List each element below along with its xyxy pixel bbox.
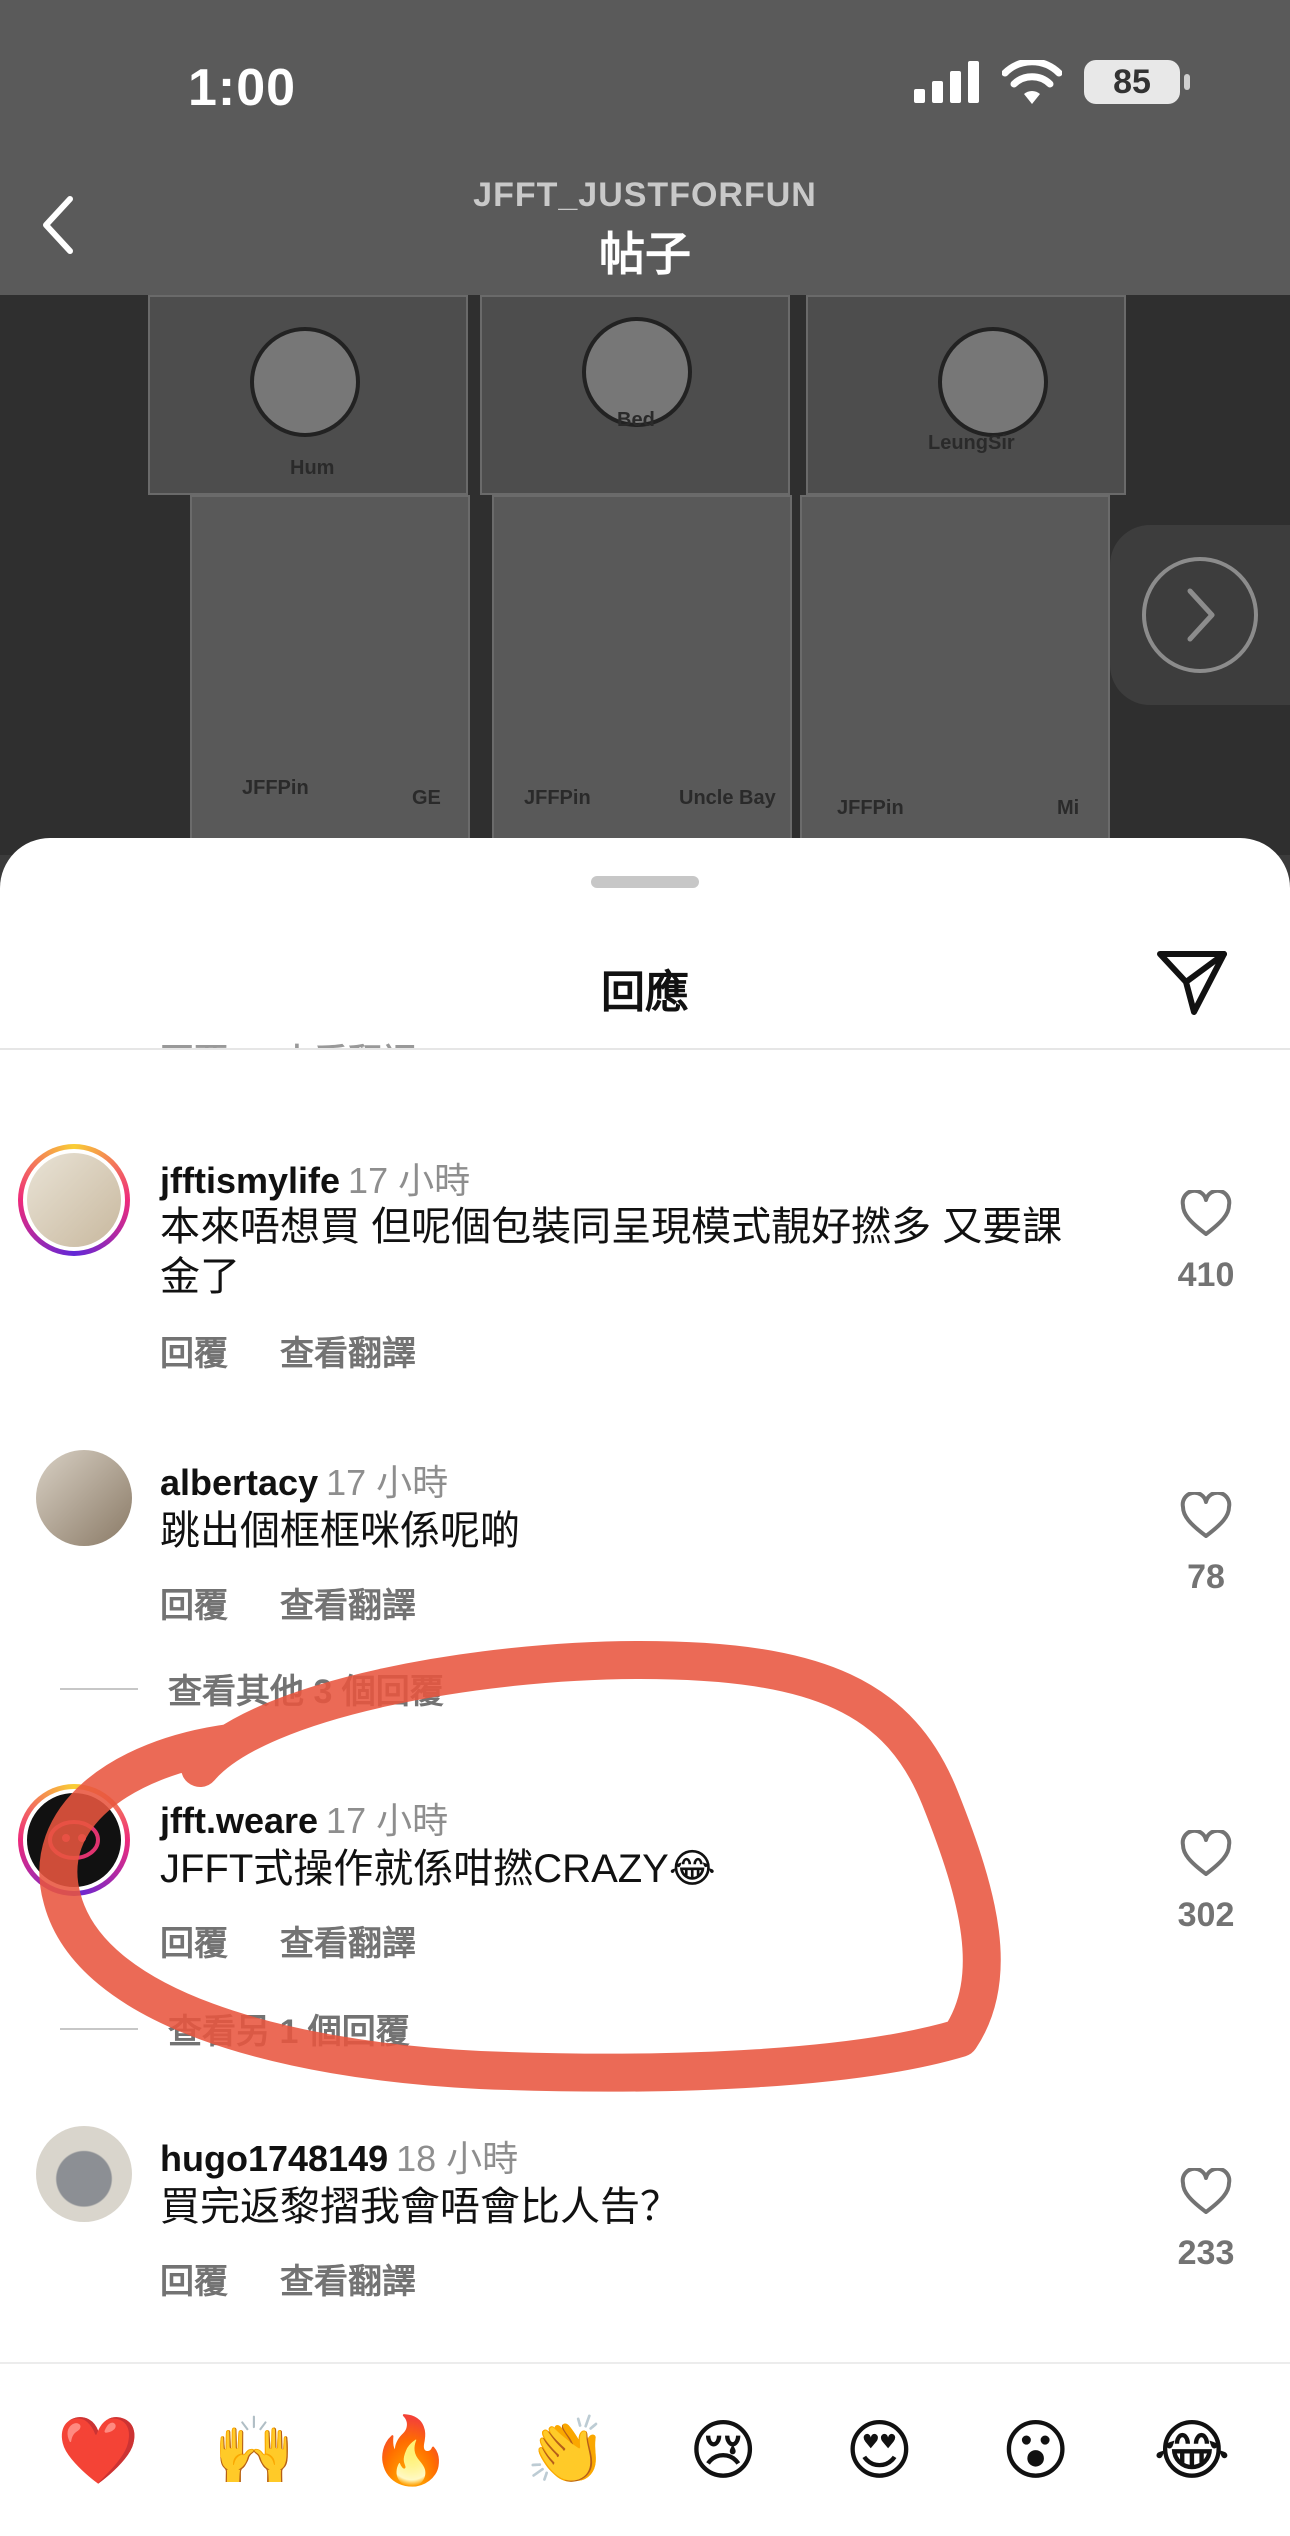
sheet-divider — [0, 1048, 1290, 1050]
next-circle — [1142, 557, 1258, 673]
card-top-2: Bed — [480, 295, 790, 495]
emoji-laughing[interactable]: 😂 — [1150, 2408, 1234, 2492]
avatar[interactable] — [36, 1450, 132, 1546]
username-text[interactable]: jfftismylife — [160, 1160, 340, 1201]
like-count: 233 — [1177, 2234, 1235, 2272]
emoji-heart-eyes[interactable]: 😍 — [837, 2408, 921, 2492]
avatar-photo — [23, 1789, 125, 1891]
replies-divider-line — [60, 2027, 138, 2030]
status-icons: 85 — [914, 60, 1190, 104]
username-text[interactable]: jfft.weare — [160, 1800, 318, 1841]
card-label: GE — [412, 787, 441, 809]
comment-time: 18 小時 — [396, 2138, 519, 2179]
like-button[interactable]: 302 — [1170, 1830, 1242, 1935]
heart-icon[interactable] — [1180, 1190, 1232, 1238]
reply-button[interactable]: 回覆 — [160, 2254, 228, 2303]
comment-actions: 回覆 查看翻譯 — [160, 1578, 416, 1627]
comment-username[interactable]: jfftismylife 17 小時 — [160, 1152, 470, 1204]
view-more-replies[interactable]: 查看其他 3 個回覆 — [60, 1664, 444, 1713]
username-text[interactable]: albertacy — [160, 1462, 318, 1503]
heart-icon[interactable] — [1180, 2168, 1232, 2216]
emoji-heart[interactable]: ❤️ — [56, 2408, 140, 2492]
avatar[interactable] — [18, 1784, 130, 1896]
comment-text: 本來唔想買 但呢個包裝同呈現模式靚好撚多 又要課金了 — [160, 1205, 1063, 1299]
comment-time: 17 小時 — [326, 1800, 449, 1841]
like-count: 302 — [1177, 1896, 1235, 1934]
emoji-clap[interactable]: 👏 — [525, 2408, 609, 2492]
avatar[interactable] — [18, 1144, 130, 1256]
card-bottom-3: JFFPin Mi — [800, 495, 1110, 855]
translate-button[interactable]: 查看翻譯 — [280, 1916, 416, 1965]
card-label: JFFPin — [524, 787, 591, 809]
comment-text: 買完返黎摺我會唔會比人告？ — [160, 2185, 680, 2229]
heart-icon[interactable] — [1180, 1492, 1232, 1540]
wifi-icon — [1002, 60, 1062, 104]
character-face — [250, 327, 360, 437]
cut-off-actions: 回覆 查看翻譯 — [160, 1034, 416, 1048]
like-count: 78 — [1187, 1558, 1225, 1596]
reply-button[interactable]: 回覆 — [160, 1034, 228, 1048]
character-face — [938, 327, 1048, 437]
view-more-replies[interactable]: 查看另 1 個回覆 — [60, 2004, 410, 2053]
translate-button[interactable]: 查看翻譯 — [280, 1034, 416, 1048]
page-title: 帖子 — [599, 228, 691, 280]
like-button[interactable]: 233 — [1170, 2168, 1242, 2273]
card-label: Hum — [290, 457, 335, 479]
status-time: 1:00 — [188, 59, 297, 117]
translate-button[interactable]: 查看翻譯 — [280, 1326, 416, 1375]
avatar-photo — [23, 1149, 125, 1251]
replies-divider-line — [60, 1687, 138, 1690]
heart-icon[interactable] — [1180, 1830, 1232, 1878]
sheet-grabber[interactable] — [591, 876, 699, 888]
comment-username[interactable]: jfft.weare 17 小時 — [160, 1792, 448, 1844]
comment-actions: 回覆 查看翻譯 — [160, 1916, 416, 1965]
reply-button[interactable]: 回覆 — [160, 1916, 228, 1965]
more-replies-text[interactable]: 查看其他 3 個回覆 — [168, 1664, 444, 1713]
like-button[interactable]: 78 — [1170, 1492, 1242, 1597]
card-top-3: LeungSir — [806, 295, 1126, 495]
top-bar: 1:00 85 JFFT_JUSTFORFUN 帖子 — [0, 0, 1290, 295]
card-label: LeungSir — [928, 432, 1015, 454]
username-text[interactable]: hugo1748149 — [160, 2138, 388, 2179]
sheet-title: 回應 — [601, 968, 689, 1017]
account-name[interactable]: JFFT_JUSTFORFUN — [0, 176, 1290, 215]
emoji-fire[interactable]: 🔥 — [369, 2408, 453, 2492]
comment-username[interactable]: albertacy 17 小時 — [160, 1454, 448, 1506]
card-label: Bed — [617, 409, 655, 431]
comment-time: 17 小時 — [348, 1160, 471, 1201]
card-bottom-1: JFFPin GE — [190, 495, 470, 855]
comment-time: 17 小時 — [326, 1462, 449, 1503]
emoji-surprised[interactable]: 😮 — [994, 2408, 1078, 2492]
card-label: JFFPin — [242, 777, 309, 799]
emoji-quick-reactions: ❤️ 🙌 🔥 👏 😢 😍 😮 😂 — [0, 2362, 1290, 2536]
card-label: Mi — [1057, 797, 1080, 819]
post-image[interactable]: Hum Bed LeungSir JFFPin GE JFFPin Uncle … — [0, 295, 1290, 855]
comments-sheet: 回應 回覆 查看翻譯 jfftismylife17 小時 本來唔想買 但呢個包裝… — [0, 838, 1290, 2536]
translate-button[interactable]: 查看翻譯 — [280, 2254, 416, 2303]
card-top-1: Hum — [148, 295, 468, 495]
like-count: 410 — [1177, 1256, 1235, 1294]
card-label: JFFPin — [837, 797, 904, 819]
chevron-right-icon — [1187, 588, 1215, 642]
reply-button[interactable]: 回覆 — [160, 1326, 228, 1375]
avatar[interactable] — [36, 2126, 132, 2222]
next-image-button[interactable] — [1110, 525, 1290, 705]
comment-actions: 回覆 查看翻譯 — [160, 2254, 416, 2303]
like-button[interactable]: 410 — [1170, 1190, 1242, 1295]
translate-button[interactable]: 查看翻譯 — [280, 1578, 416, 1627]
reply-button[interactable]: 回覆 — [160, 1578, 228, 1627]
card-label: Uncle Bay — [679, 787, 776, 809]
emoji-crying[interactable]: 😢 — [681, 2408, 765, 2492]
cellular-signal-icon — [914, 61, 979, 103]
comment-text: JFFT式操作就係咁撚CRAZY😂 — [160, 1847, 716, 1891]
send-icon[interactable] — [1156, 948, 1228, 1016]
card-bottom-2: JFFPin Uncle Bay — [492, 495, 792, 855]
emoji-raised-hands[interactable]: 🙌 — [212, 2408, 296, 2492]
battery-indicator: 85 — [1084, 60, 1190, 104]
logo-icon — [48, 1820, 100, 1860]
comment-text: 跳出個框框咪係呢啲 — [160, 1509, 520, 1553]
more-replies-text[interactable]: 查看另 1 個回覆 — [168, 2004, 410, 2053]
comment-username[interactable]: hugo1748149 18 小時 — [160, 2130, 518, 2182]
comment-actions: 回覆 查看翻譯 — [160, 1326, 416, 1375]
